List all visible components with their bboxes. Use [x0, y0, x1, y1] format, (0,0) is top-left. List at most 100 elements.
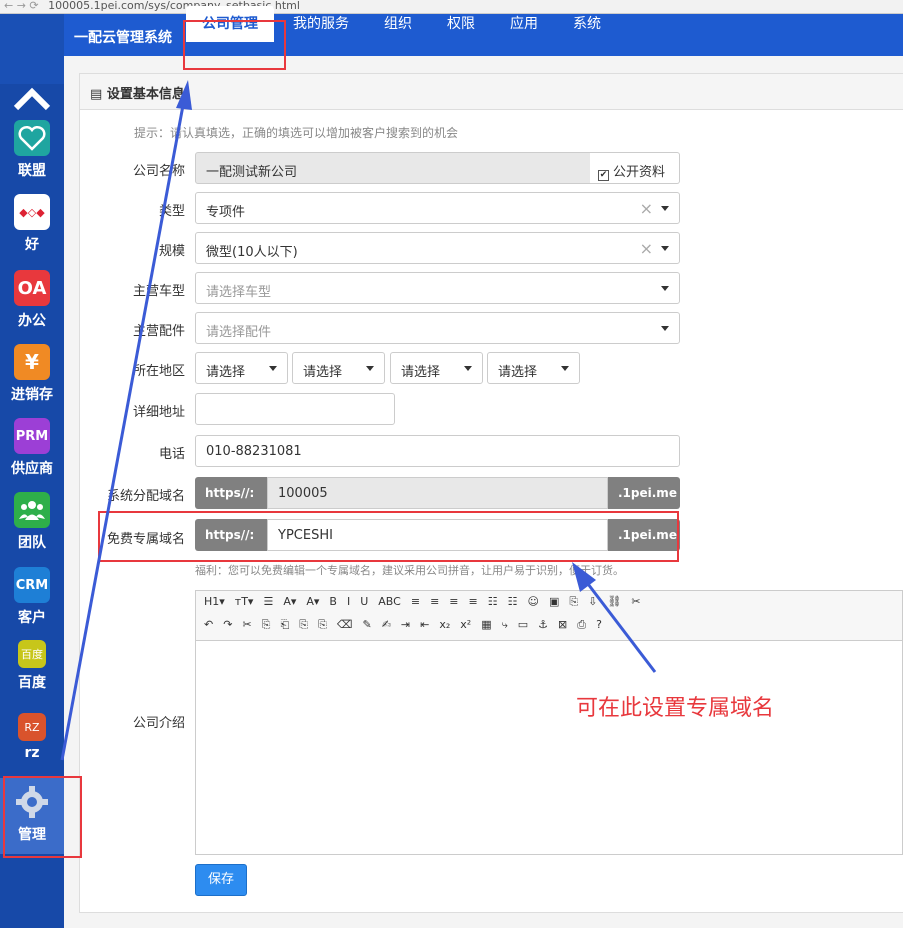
- toolbar-button[interactable]: ⌫: [337, 618, 353, 631]
- toolbar-button[interactable]: тT▾: [235, 595, 254, 608]
- sidebar-item-alliance[interactable]: 联盟: [0, 120, 64, 186]
- tab-apps[interactable]: 应用: [510, 13, 538, 33]
- toolbar-button[interactable]: ⇥: [401, 618, 410, 631]
- sidebar-item-hao[interactable]: ◆◇◆ 好: [0, 194, 64, 258]
- collapse-up-icon[interactable]: [12, 86, 52, 112]
- toolbar-button[interactable]: ✂: [631, 595, 640, 608]
- address-label: 详细地址: [132, 405, 185, 420]
- sidebar-item-rz[interactable]: RZ rz: [0, 713, 64, 769]
- toolbar-button[interactable]: ?: [596, 618, 602, 631]
- scale-label: 规模: [158, 244, 185, 259]
- sidebar-item-crm[interactable]: CRM 客户: [0, 567, 64, 631]
- toolbar-button[interactable]: I: [347, 595, 350, 608]
- browser-nav-icons[interactable]: ← → ⟳: [4, 0, 39, 12]
- toolbar-button[interactable]: ✍: [382, 618, 391, 631]
- toolbar-button[interactable]: ▭: [518, 618, 528, 631]
- toolbar-button[interactable]: A▾: [283, 595, 296, 608]
- annotation-note: 可在此设置专属域名: [576, 696, 775, 721]
- toolbar-button[interactable]: ▦: [481, 618, 491, 631]
- toolbar-button[interactable]: ☰: [263, 595, 273, 608]
- district-select[interactable]: 请选择: [390, 352, 483, 384]
- car-type-select[interactable]: 请选择车型: [195, 272, 680, 304]
- car-type-label: 主营车型: [132, 284, 185, 299]
- sidebar-item-baidu[interactable]: 百度 百度: [0, 640, 64, 696]
- parts-label: 主营配件: [132, 324, 185, 339]
- brand-title[interactable]: 一配云管理系统: [74, 27, 172, 47]
- sys-domain-label: 系统分配域名: [106, 489, 185, 504]
- intro-label: 公司介绍: [132, 716, 185, 731]
- toolbar-button[interactable]: U: [360, 595, 368, 608]
- city-select[interactable]: 请选择: [292, 352, 385, 384]
- region-label: 所在地区: [132, 364, 185, 379]
- checkbox-check-icon[interactable]: ✔: [598, 170, 609, 181]
- save-button[interactable]: 保存: [195, 864, 247, 896]
- sidebar-item-inventory[interactable]: ¥ 进销存: [0, 344, 64, 408]
- chevron-down-icon: [464, 366, 472, 371]
- toolbar-button[interactable]: ✂: [242, 618, 251, 631]
- toolbar-button[interactable]: ABC: [378, 595, 401, 608]
- panel-header: [80, 74, 903, 110]
- clear-icon[interactable]: ×: [640, 199, 653, 218]
- chevron-down-icon: [366, 366, 374, 371]
- toolbar-button[interactable]: ↶: [204, 618, 213, 631]
- browser-address-bar[interactable]: ← → ⟳ 100005.1pei.com/sys/company_setbas…: [0, 0, 903, 14]
- type-label: 类型: [158, 204, 185, 219]
- tab-my-services[interactable]: 我的服务: [293, 13, 349, 33]
- sidebar-item-team[interactable]: 团队: [0, 492, 64, 556]
- toolbar-button[interactable]: ☺: [527, 595, 538, 608]
- toolbar-button[interactable]: H1▾: [204, 595, 225, 608]
- type-select[interactable]: 专项件 ×: [195, 192, 680, 224]
- tab-organization[interactable]: 组织: [384, 13, 412, 33]
- chevron-down-icon: [661, 326, 669, 331]
- highlight-box-manage: [3, 776, 82, 858]
- toolbar-button[interactable]: ☷: [508, 595, 518, 608]
- colorful-logo-icon: ◆◇◆: [14, 194, 50, 230]
- toolbar-button[interactable]: ≡: [449, 595, 458, 608]
- broken-logo-image: [0, 14, 64, 84]
- toolbar-button[interactable]: ⎙: [577, 618, 586, 632]
- toolbar-button[interactable]: ☷: [488, 595, 498, 608]
- province-select[interactable]: 请选择: [195, 352, 288, 384]
- toolbar-button[interactable]: ↷: [223, 618, 232, 631]
- public-info-checkbox[interactable]: ✔ 公开资料: [590, 152, 680, 184]
- toolbar-button[interactable]: ⇤: [420, 618, 429, 631]
- sidebar-item-label: 联盟: [18, 163, 46, 179]
- toolbar-button[interactable]: B: [329, 595, 337, 608]
- tab-system[interactable]: 系统: [573, 13, 601, 33]
- intro-editor[interactable]: [195, 640, 903, 855]
- phone-input[interactable]: 010-88231081: [195, 435, 680, 467]
- toolbar-button[interactable]: ⤷: [502, 618, 508, 632]
- toolbar-button[interactable]: ⎗: [280, 618, 289, 632]
- toolbar-button[interactable]: ⚓: [538, 618, 548, 631]
- toolbar-button[interactable]: x²: [460, 618, 471, 631]
- toolbar-button[interactable]: ⎘: [262, 618, 271, 632]
- sidebar-item-office[interactable]: OA 办公: [0, 270, 64, 334]
- scale-select[interactable]: 微型(10人以下) ×: [195, 232, 680, 264]
- street-select[interactable]: 请选择: [487, 352, 580, 384]
- sidebar-item-label: 办公: [18, 313, 46, 329]
- toolbar-button[interactable]: ⎘: [299, 618, 308, 632]
- sidebar-item-supplier[interactable]: PRM 供应商: [0, 418, 64, 482]
- tab-permissions[interactable]: 权限: [447, 13, 475, 33]
- clear-icon[interactable]: ×: [640, 239, 653, 258]
- highlight-box-domain: [98, 511, 679, 562]
- toolbar-button[interactable]: ⇩: [588, 595, 597, 608]
- toolbar-button[interactable]: A▾: [306, 595, 319, 608]
- toolbar-button[interactable]: ⎘: [318, 618, 327, 632]
- toolbar-button[interactable]: ≡: [469, 595, 478, 608]
- toolbar-button[interactable]: ⊠: [558, 618, 567, 631]
- toolbar-button[interactable]: x₂: [439, 618, 450, 631]
- toolbar-button[interactable]: ≡: [411, 595, 420, 608]
- toolbar-button[interactable]: ▣: [549, 595, 559, 608]
- yen-icon: ¥: [14, 344, 50, 380]
- address-input[interactable]: [195, 393, 395, 425]
- toolbar-button[interactable]: ✎: [362, 618, 371, 631]
- toolbar-button[interactable]: ≡: [430, 595, 439, 608]
- toolbar-row-2: ↶ ↷ ✂ ⎘ ⎗ ⎘ ⎘ ⌫ ✎ ✍ ⇥ ⇤ x₂ x² ▦ ⤷ ▭ ⚓ ⊠ ⎙?: [204, 618, 612, 632]
- rz-icon: RZ: [18, 713, 46, 741]
- parts-select[interactable]: 请选择配件: [195, 312, 680, 344]
- toolbar-button[interactable]: ⛓: [607, 595, 621, 608]
- toolbar-button[interactable]: ⎘: [569, 595, 578, 609]
- company-name-input[interactable]: 一配测试新公司: [195, 152, 591, 184]
- sidebar-item-label: 进销存: [11, 387, 53, 403]
